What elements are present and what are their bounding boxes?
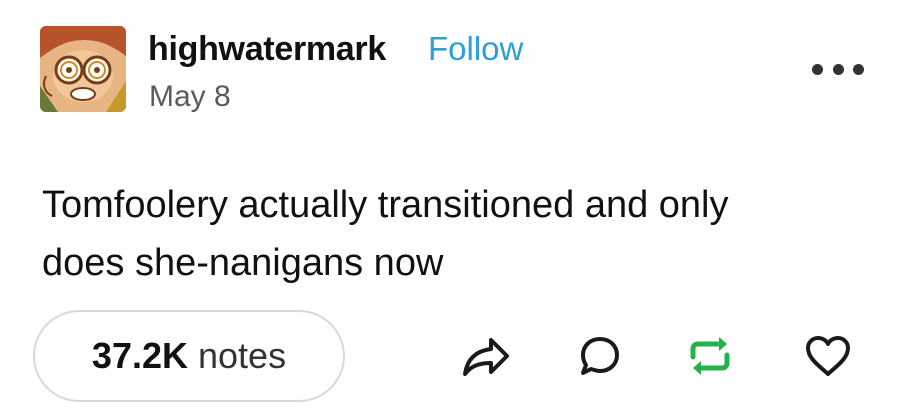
avatar-image xyxy=(40,26,126,112)
avatar[interactable] xyxy=(40,26,126,112)
tumblr-post: highwatermark Follow May 8 Tomfoolery ac… xyxy=(0,0,900,412)
notes-button[interactable]: 37.2K notes xyxy=(33,310,345,402)
reblog-icon xyxy=(690,337,730,375)
reply-icon xyxy=(581,337,619,375)
reblog-button[interactable] xyxy=(682,330,738,382)
more-dot xyxy=(832,63,844,75)
author-username[interactable]: highwatermark xyxy=(148,30,386,69)
post-body-line: Tomfoolery actually transitioned and onl… xyxy=(42,184,729,226)
share-icon xyxy=(463,338,509,376)
more-dot xyxy=(812,63,823,75)
post-body: Tomfoolery actually transitioned and onl… xyxy=(42,176,862,292)
notes-label: notes xyxy=(198,335,287,376)
more-dot xyxy=(853,63,864,75)
post-date[interactable]: May 8 xyxy=(149,80,231,114)
share-button[interactable] xyxy=(458,330,514,382)
like-button[interactable] xyxy=(800,330,856,382)
notes-count: 37.2K xyxy=(91,335,188,376)
reply-button[interactable] xyxy=(572,330,628,382)
more-options-icon[interactable] xyxy=(812,54,864,84)
heart-icon xyxy=(806,336,850,376)
follow-button[interactable]: Follow xyxy=(428,30,523,68)
post-body-line: does she-nanigans now xyxy=(42,242,444,284)
